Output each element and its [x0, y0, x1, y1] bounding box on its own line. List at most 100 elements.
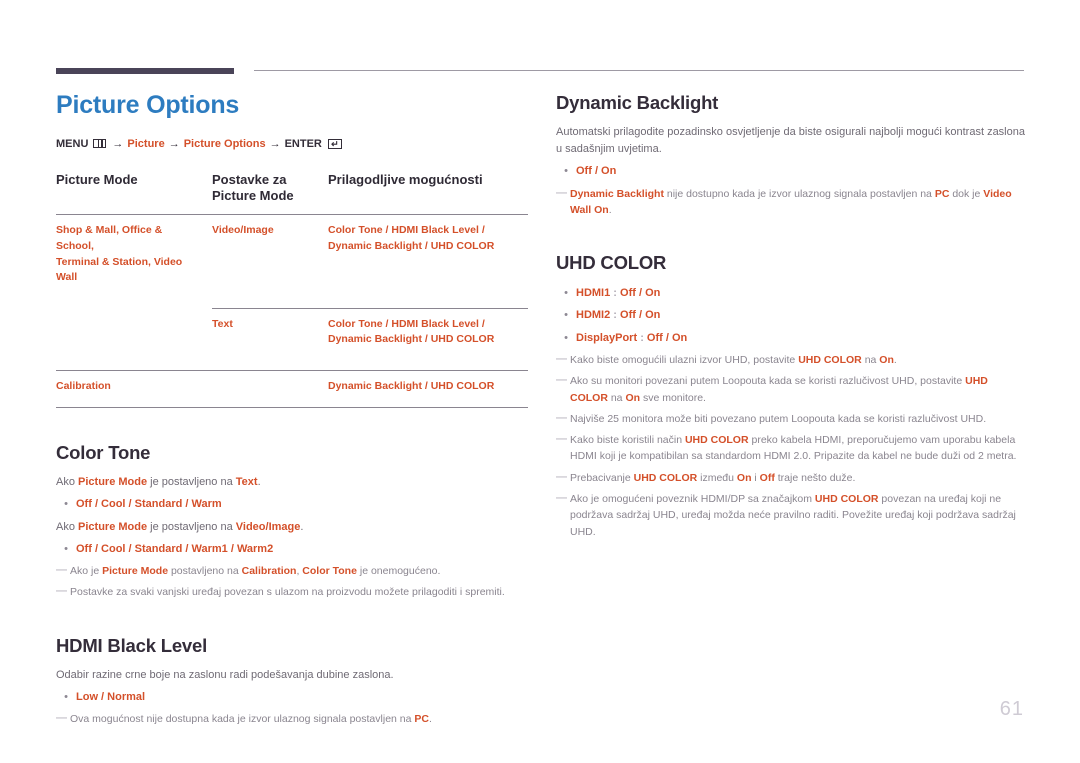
color-tone-video-pre: Ako: [56, 520, 79, 533]
note-dash-icon: ―: [556, 186, 567, 199]
path-arrow-2: →: [168, 137, 180, 150]
note-dash-icon: ―: [56, 585, 67, 598]
note-pre: Ako je: [70, 565, 103, 578]
list-item: • HDMI2 : Off / On: [556, 307, 1026, 324]
section-title-hdmi-black-level: HDMI Black Level: [56, 634, 208, 656]
table-header-picture-mode: Picture Mode: [56, 171, 138, 187]
table-header-settings-line1: Postavke za: [212, 171, 287, 187]
table-cell-setting: Video/Image: [212, 214, 328, 308]
note-hdmi-black-level-pc: ― Ova mogućnost nije dostupna kada je iz…: [56, 711, 528, 727]
note-mid: između: [697, 471, 737, 484]
color-tone-text-intro: Ako Picture Mode je postavljeno na Text.: [56, 474, 528, 491]
note-uhd-switching-time: ― Prebacivanje UHD COLOR između On i Off…: [556, 470, 1026, 486]
table-cell-setting: [212, 369, 328, 417]
note-end: .: [428, 713, 432, 726]
uhd-color-displayport-label: DisplayPort: [576, 331, 638, 344]
note-uhd-unsupported-device: ― Ako je omogućeni poveznik HDMI/DP sa z…: [556, 491, 1026, 540]
color-tone-keyword-text: Text: [235, 476, 258, 489]
uhd-color-hdmi1-values: Off / On: [620, 286, 661, 299]
menu-bars-icon: [93, 139, 107, 148]
uhd-color-hdmi1: HDMI1 : Off / On: [576, 285, 660, 302]
note-mid: na: [607, 391, 626, 404]
color-tone-video-intro: Ako Picture Mode je postavljeno na Video…: [56, 519, 528, 536]
header-rule-thin: [254, 70, 1024, 71]
table-cell-options-line2: Dynamic Backlight / UHD COLOR: [328, 239, 495, 252]
note-text: Kako biste omogućili ulazni izvor UHD, p…: [570, 352, 1026, 368]
note-keyword-on: On: [736, 471, 752, 484]
note-end: traje nešto duže.: [774, 471, 856, 484]
note-dynamic-backlight-availability: ― Dynamic Backlight nije dostupno kada j…: [556, 186, 1026, 219]
bullet-dot-icon: •: [564, 286, 568, 299]
note-dash-icon: ―: [556, 411, 567, 424]
note-dash-icon: ―: [56, 564, 67, 577]
note-text: Ova mogućnost nije dostupna kada je izvo…: [70, 711, 528, 727]
note-pre: Ova mogućnost nije dostupna kada je izvo…: [70, 713, 415, 726]
color-tone-text-end: .: [257, 476, 261, 489]
note-mid2: i: [751, 471, 760, 484]
table-header-row: Picture Mode Postavke za Picture Mode Pr…: [56, 170, 528, 215]
note-keyword-on: On: [594, 204, 609, 217]
note-pre: Kako biste omogućili ulazni izvor UHD, p…: [570, 354, 799, 367]
path-arrow-3: →: [269, 137, 281, 150]
table-bottom-rule: [56, 406, 528, 408]
menu-path-step-picture-options: Picture Options: [183, 137, 266, 150]
color-tone-keyword-picture-mode: Picture Mode: [78, 476, 148, 489]
table-cell-mode: Shop & Mall, Office & School, Terminal &…: [56, 214, 212, 308]
note-keyword-off: Off: [759, 471, 775, 484]
table-row: Text Color Tone / HDMI Black Level / Dyn…: [56, 307, 528, 371]
note-text: Postavke za svaki vanjski uređaj povezan…: [70, 586, 505, 599]
table-cell-mode-line1: Shop & Mall, Office & School,: [56, 224, 163, 252]
uhd-color-displayport: DisplayPort : Off / On: [576, 330, 687, 347]
menu-path-step-picture: Picture: [127, 137, 165, 150]
list-item: • DisplayPort : Off / On: [556, 330, 1026, 347]
color-tone-keyword-picture-mode-2: Picture Mode: [78, 520, 148, 533]
note-uhd-max-monitors: ― Najviše 25 monitora može biti povezano…: [556, 411, 1026, 427]
table-header-settings-line2: Picture Mode: [212, 187, 294, 203]
color-tone-video-mid: je postavljeno na: [147, 520, 236, 533]
color-tone-values-video: Off / Cool / Standard / Warm1 / Warm2: [76, 542, 274, 555]
table-cell-options: Color Tone / HDMI Black Level / Dynamic …: [328, 307, 528, 371]
table-cell-options: Color Tone / HDMI Black Level / Dynamic …: [328, 214, 528, 308]
note-text: Najviše 25 monitora može biti povezano p…: [570, 412, 987, 425]
table-row: Shop & Mall, Office & School, Terminal &…: [56, 214, 528, 308]
color-tone-text-pre: Ako: [56, 476, 79, 489]
table-row: Calibration Dynamic Backlight / UHD COLO…: [56, 369, 528, 417]
note-text: Prebacivanje UHD COLOR između On i Off t…: [570, 470, 1026, 486]
list-item: • Off / Cool / Standard / Warm1 / Warm2: [56, 541, 528, 558]
table-header-settings: Postavke za Picture Mode: [212, 170, 328, 215]
enter-return-icon: ↵: [327, 138, 342, 149]
note-dash-icon: ―: [556, 470, 567, 483]
color-tone-text-mid: je postavljeno na: [147, 476, 236, 489]
bullet-dot-icon: •: [564, 331, 568, 344]
table-cell-options-line1: Color Tone / HDMI Black Level /: [328, 317, 485, 330]
note-color-tone-external: ― Postavke za svaki vanjski uređaj povez…: [56, 584, 528, 600]
hdmi-black-level-values: Low / Normal: [76, 690, 146, 703]
table-cell-mode-line2: Terminal & Station, Video Wall: [56, 255, 183, 284]
menu-path-breadcrumb: MENU → Picture → Picture Options → ENTER…: [56, 138, 528, 150]
note-mid: nije dostupno kada je izvor ulaznog sign…: [663, 187, 935, 200]
uhd-color-hdmi2-values: Off / On: [620, 309, 661, 322]
note-keyword-dynamic-backlight: Dynamic Backlight: [570, 187, 664, 200]
color-tone-values-text: Off / Cool / Standard / Warm: [76, 498, 222, 511]
dynamic-backlight-values: Off / On: [576, 165, 617, 178]
uhd-color-hdmi2: HDMI2 : Off / On: [576, 307, 660, 324]
note-uhd-enable-source: ― Kako biste omogućili ulazni izvor UHD,…: [556, 352, 1026, 368]
uhd-color-hdmi2-sep: :: [610, 309, 621, 322]
list-item: • Low / Normal: [56, 689, 528, 706]
table-cell-options-line2: Dynamic Backlight / UHD COLOR: [328, 333, 495, 346]
table-header-adjustable-options: Prilagodljive mogućnosti: [328, 171, 483, 187]
section-title-dynamic-backlight: Dynamic Backlight: [556, 92, 719, 113]
page-number: 61: [999, 698, 1024, 720]
right-column: Dynamic Backlight Automatski prilagodite…: [556, 92, 1026, 545]
note-keyword-calibration: Calibration: [241, 565, 297, 578]
note-keyword-pc: PC: [934, 187, 950, 200]
uhd-color-displayport-values: Off / On: [646, 331, 688, 344]
note-dash-icon: ―: [556, 374, 567, 387]
header-rule-thick: [56, 68, 234, 74]
section-title-color-tone: Color Tone: [56, 441, 151, 463]
note-dash-icon: ―: [556, 492, 567, 505]
note-text: Dynamic Backlight nije dostupno kada je …: [570, 186, 1026, 219]
note-mid: postavljeno na: [168, 565, 242, 578]
bullet-dot-icon: •: [564, 309, 568, 322]
table-cell-options-line1: Color Tone / HDMI Black Level /: [328, 224, 485, 236]
